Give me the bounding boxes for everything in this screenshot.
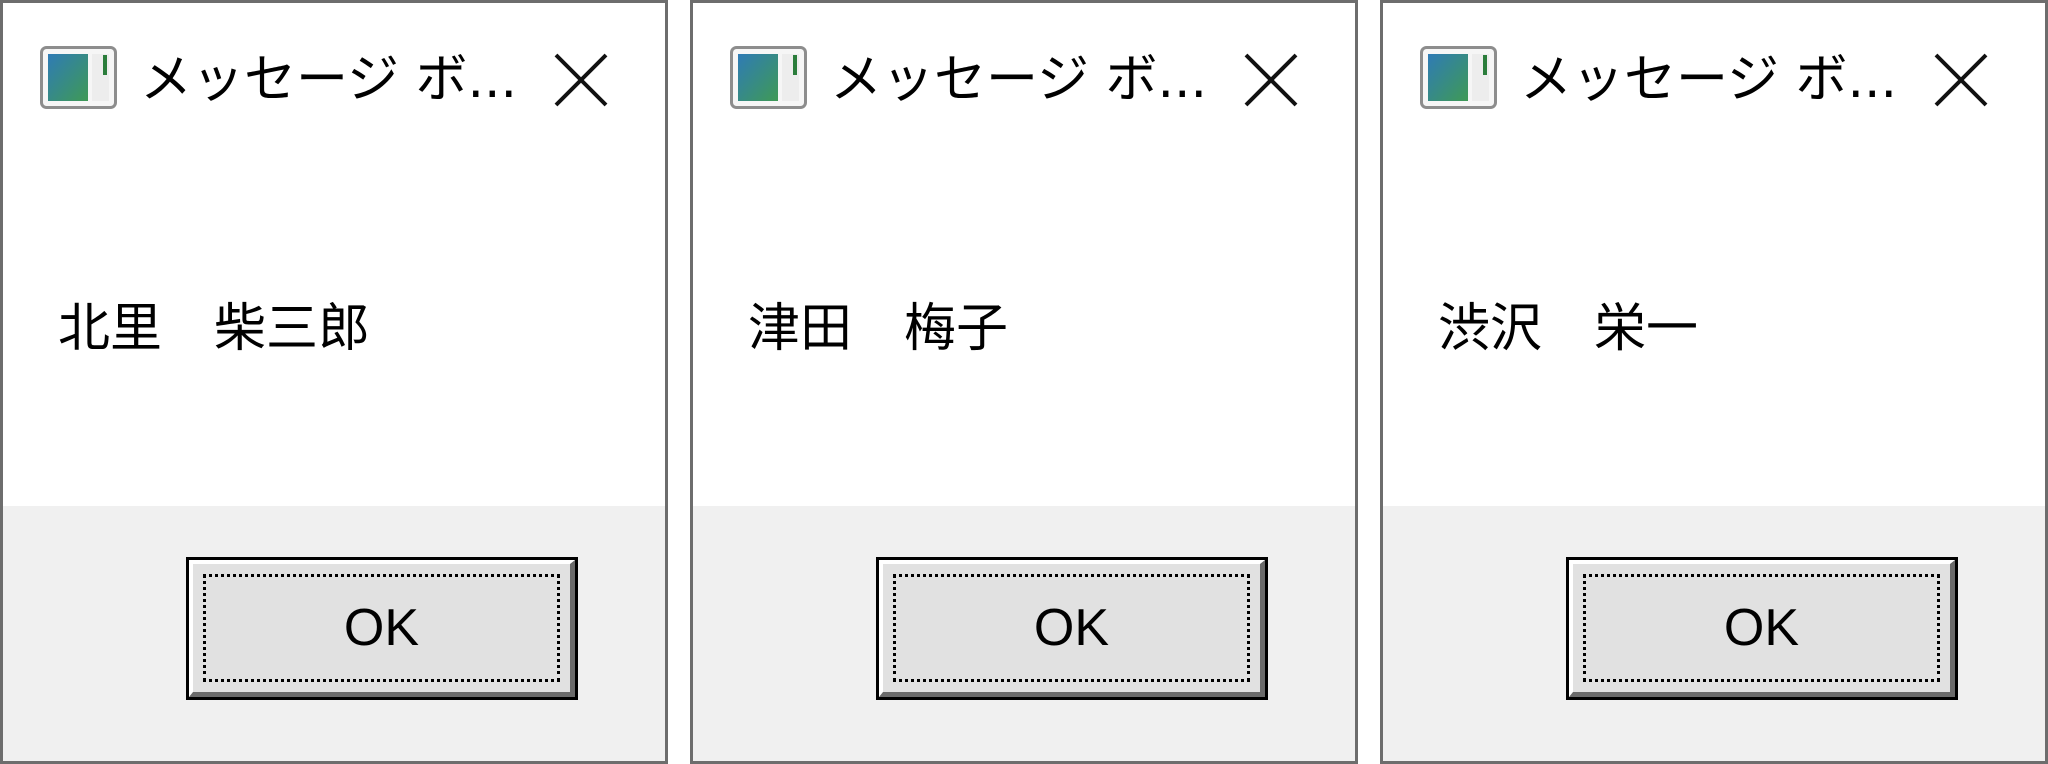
message-box-dialog: メッセージ ボ... 北里 柴三郎 OK xyxy=(0,0,668,764)
button-area: OK xyxy=(3,506,665,761)
dialog-title: メッセージ ボ... xyxy=(1520,50,1898,110)
dialog-title: メッセージ ボ... xyxy=(140,50,518,110)
message-text: 北里 柴三郎 xyxy=(58,299,371,359)
message-text: 津田 梅子 xyxy=(748,299,1009,359)
message-box-dialog: メッセージ ボ... 津田 梅子 OK xyxy=(690,0,1358,764)
ok-button[interactable]: OK xyxy=(876,557,1268,700)
title-bar[interactable]: メッセージ ボ... xyxy=(3,3,665,158)
close-icon[interactable] xyxy=(546,45,616,115)
button-area: OK xyxy=(693,506,1355,761)
dialog-title: メッセージ ボ... xyxy=(830,50,1208,110)
close-icon[interactable] xyxy=(1236,45,1306,115)
message-text: 渋沢 栄一 xyxy=(1438,299,1699,359)
ok-button[interactable]: OK xyxy=(186,557,578,700)
ok-button-label: OK xyxy=(343,599,420,657)
ok-button[interactable]: OK xyxy=(1566,557,1958,700)
message-box-dialog: メッセージ ボ... 渋沢 栄一 OK xyxy=(1380,0,2048,764)
window-app-icon xyxy=(730,46,807,109)
button-area: OK xyxy=(1383,506,2045,761)
window-app-icon xyxy=(1420,46,1497,109)
screen: メッセージ ボ... 北里 柴三郎 OK メッセージ ボ... 津田 梅子 OK… xyxy=(0,0,2048,764)
ok-button-label: OK xyxy=(1033,599,1110,657)
window-app-icon xyxy=(40,46,117,109)
close-icon[interactable] xyxy=(1926,45,1996,115)
title-bar[interactable]: メッセージ ボ... xyxy=(693,3,1355,158)
ok-button-label: OK xyxy=(1723,599,1800,657)
title-bar[interactable]: メッセージ ボ... xyxy=(1383,3,2045,158)
